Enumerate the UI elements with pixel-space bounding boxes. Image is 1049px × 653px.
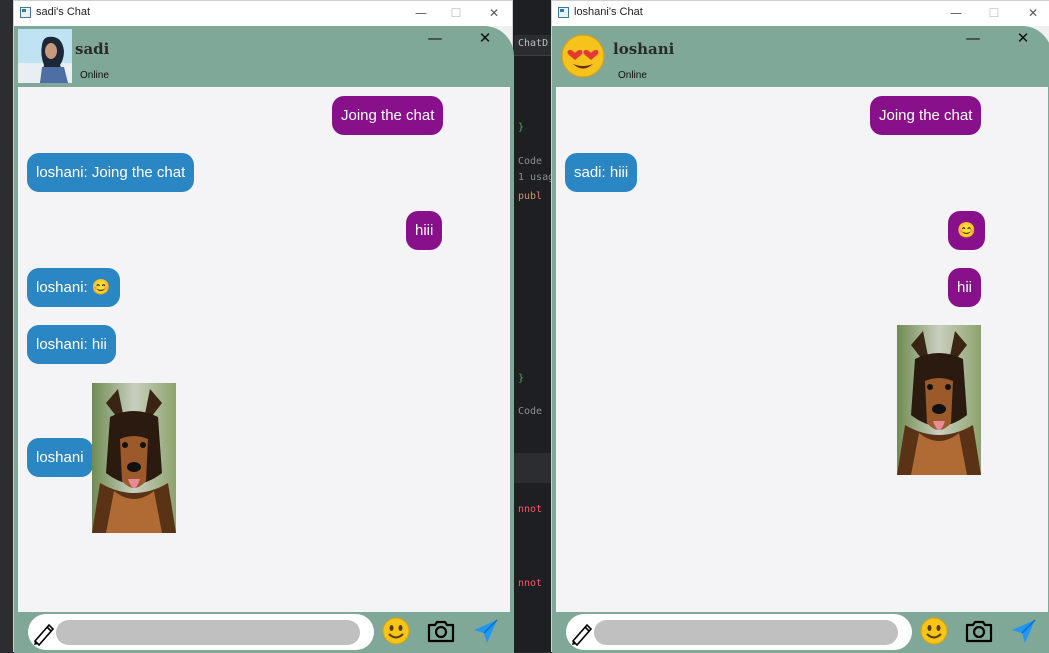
message-bubble-outgoing: hiii	[406, 211, 443, 250]
chat-panel: loshani Online — ✕ Joing the chat sadi: …	[552, 26, 1049, 653]
ide-line: publ	[518, 191, 543, 202]
ide-line: 1 usag	[518, 172, 552, 183]
message-bubble-outgoing: Joing the chat	[332, 96, 444, 135]
german-shepherd-photo-icon	[897, 325, 981, 475]
chat-minimize-button[interactable]: —	[963, 29, 983, 47]
pencil-icon	[571, 623, 593, 646]
camera-icon[interactable]	[964, 616, 994, 646]
window-close-button[interactable]: ✕	[480, 4, 508, 22]
status-text: Online	[618, 70, 647, 81]
window-title: loshani's Chat	[574, 6, 643, 18]
chat-window-loshani: loshani's Chat — ☐ ✕ loshani Online — ✕ …	[551, 0, 1049, 653]
message-bubble-incoming: sadi: hiii	[565, 153, 638, 192]
ide-line: }	[518, 122, 525, 133]
avatar[interactable]	[560, 33, 606, 79]
avatar[interactable]	[18, 29, 72, 83]
window-title: sadi's Chat	[36, 6, 91, 18]
german-shepherd-photo-icon	[92, 383, 176, 533]
ide-line: nnot	[518, 504, 543, 515]
status-text: Online	[80, 70, 109, 81]
message-bubble-incoming: loshani: 😊	[27, 268, 120, 307]
message-input-container[interactable]	[566, 614, 912, 650]
ide-code-strip: ChatD } Code 1 usag publ } Code nnot nno…	[514, 0, 552, 652]
window-title-bar[interactable]: sadi's Chat — ☐ ✕	[14, 1, 512, 26]
message-input[interactable]	[56, 620, 360, 645]
chat-header: sadi Online — ✕	[14, 26, 514, 86]
message-input[interactable]	[594, 620, 898, 645]
ide-panel-band	[514, 453, 552, 483]
message-input-container[interactable]	[28, 614, 374, 650]
app-icon	[558, 7, 569, 18]
ide-line: }	[518, 373, 525, 384]
chat-minimize-button[interactable]: —	[425, 29, 445, 47]
ide-line: Code	[518, 406, 543, 417]
message-bubble-outgoing: Joing the chat	[870, 96, 982, 135]
message-bubble-incoming: loshani: Joing the chat	[27, 153, 195, 192]
message-bubble-incoming: loshani	[27, 438, 93, 477]
message-bubble-incoming: loshani: hii	[27, 325, 116, 364]
window-title-bar[interactable]: loshani's Chat — ☐ ✕	[552, 1, 1049, 26]
emoji-icon[interactable]	[381, 616, 411, 646]
chat-panel: sadi Online — ✕ Joing the chat loshani: …	[14, 26, 514, 653]
message-list: Joing the chat sadi: hiii 😊 hii	[556, 87, 1048, 612]
chat-header: loshani Online — ✕	[552, 26, 1049, 86]
message-list: Joing the chat loshani: Joing the chat h…	[18, 87, 510, 612]
window-close-button[interactable]: ✕	[1019, 4, 1047, 22]
compose-bar	[552, 612, 1049, 653]
chat-close-button[interactable]: ✕	[1013, 29, 1033, 47]
contact-name: sadi	[75, 40, 110, 58]
app-icon	[20, 7, 31, 18]
window-maximize-button[interactable]: ☐	[980, 4, 1008, 22]
message-bubble-outgoing: hii	[948, 268, 982, 307]
camera-icon[interactable]	[426, 616, 456, 646]
ide-line: Code	[518, 156, 543, 167]
message-bubble-outgoing: 😊	[948, 211, 985, 250]
chat-window-sadi: sadi's Chat — ☐ ✕ sadi Online — ✕ Joing …	[13, 0, 514, 653]
image-message[interactable]	[92, 383, 176, 533]
chat-close-button[interactable]: ✕	[475, 29, 495, 47]
window-minimize-button[interactable]: —	[407, 4, 435, 22]
window-maximize-button[interactable]: ☐	[442, 4, 470, 22]
window-minimize-button[interactable]: —	[942, 4, 970, 22]
send-icon[interactable]	[1008, 616, 1038, 646]
compose-bar	[14, 612, 514, 653]
ide-tab-label[interactable]: ChatD	[518, 38, 548, 49]
ide-line: nnot	[518, 578, 543, 589]
heart-eyes-emoji-icon	[561, 34, 605, 78]
contact-name: loshani	[613, 40, 675, 58]
pencil-icon	[33, 623, 55, 646]
emoji-icon[interactable]	[919, 616, 949, 646]
image-message[interactable]	[897, 325, 981, 475]
photo-avatar-icon	[18, 29, 72, 83]
send-icon[interactable]	[470, 616, 500, 646]
